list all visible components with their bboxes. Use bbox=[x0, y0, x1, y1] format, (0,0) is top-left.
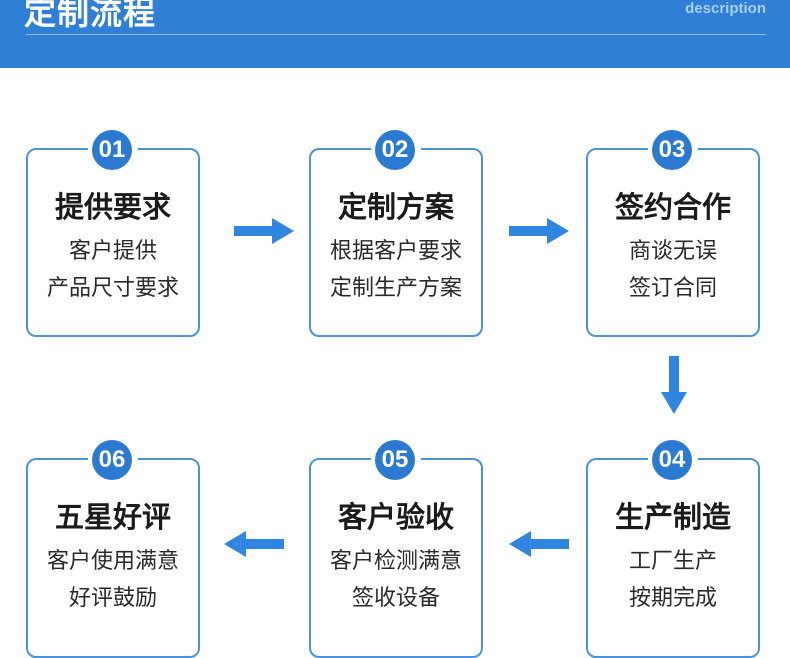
step-desc-line1: 客户检测满意 bbox=[329, 549, 462, 574]
step-badge: 01 bbox=[88, 130, 138, 170]
step-desc-line2: 定制生产方案 bbox=[329, 276, 462, 301]
step-number: 04 bbox=[652, 440, 692, 480]
header-divider bbox=[26, 34, 766, 35]
step-number: 02 bbox=[375, 130, 415, 170]
step-title: 提供要求 bbox=[54, 190, 171, 224]
step-desc-line1: 商谈无误 bbox=[628, 239, 717, 264]
step-card-05: 05 客户验收 客户检测满意 签收设备 bbox=[309, 440, 483, 658]
step-title: 客户验收 bbox=[337, 500, 454, 534]
step-card-04: 04 生产制造 工厂生产 按期完成 bbox=[586, 440, 760, 658]
header-banner: 定制流程 description bbox=[0, 0, 790, 68]
step-title: 生产制造 bbox=[614, 500, 731, 534]
step-number: 06 bbox=[92, 440, 132, 480]
step-number: 01 bbox=[92, 130, 132, 170]
step-desc-line1: 客户提供 bbox=[68, 239, 157, 264]
arrow-left-icon bbox=[509, 531, 569, 557]
step-desc-line1: 根据客户要求 bbox=[329, 239, 462, 264]
step-desc-line2: 产品尺寸要求 bbox=[46, 276, 179, 301]
step-card-01: 01 提供要求 客户提供 产品尺寸要求 bbox=[26, 130, 200, 337]
step-badge: 04 bbox=[648, 440, 698, 480]
step-badge: 03 bbox=[648, 130, 698, 170]
page-title: 定制流程 bbox=[24, 0, 157, 32]
step-title: 签约合作 bbox=[614, 190, 731, 224]
step-desc-line2: 签收设备 bbox=[351, 586, 440, 611]
step-card-03: 03 签约合作 商谈无误 签订合同 bbox=[586, 130, 760, 337]
step-desc-line2: 签订合同 bbox=[628, 276, 717, 301]
step-number: 03 bbox=[652, 130, 692, 170]
step-number: 05 bbox=[375, 440, 415, 480]
step-desc-line1: 工厂生产 bbox=[628, 549, 717, 574]
step-badge: 06 bbox=[88, 440, 138, 480]
arrow-left-icon bbox=[224, 531, 284, 557]
arrow-right-icon bbox=[509, 218, 569, 244]
step-badge: 05 bbox=[371, 440, 421, 480]
arrow-right-icon bbox=[234, 218, 294, 244]
arrow-down-icon bbox=[661, 356, 687, 414]
step-badge: 02 bbox=[371, 130, 421, 170]
step-title: 五星好评 bbox=[54, 500, 171, 534]
step-desc-line2: 好评鼓励 bbox=[68, 586, 157, 611]
page-subtitle: description bbox=[685, 0, 766, 17]
step-desc-line1: 客户使用满意 bbox=[46, 549, 179, 574]
step-card-06: 06 五星好评 客户使用满意 好评鼓励 bbox=[26, 440, 200, 658]
step-desc-line2: 按期完成 bbox=[628, 586, 717, 611]
step-card-02: 02 定制方案 根据客户要求 定制生产方案 bbox=[309, 130, 483, 337]
step-title: 定制方案 bbox=[337, 190, 454, 224]
